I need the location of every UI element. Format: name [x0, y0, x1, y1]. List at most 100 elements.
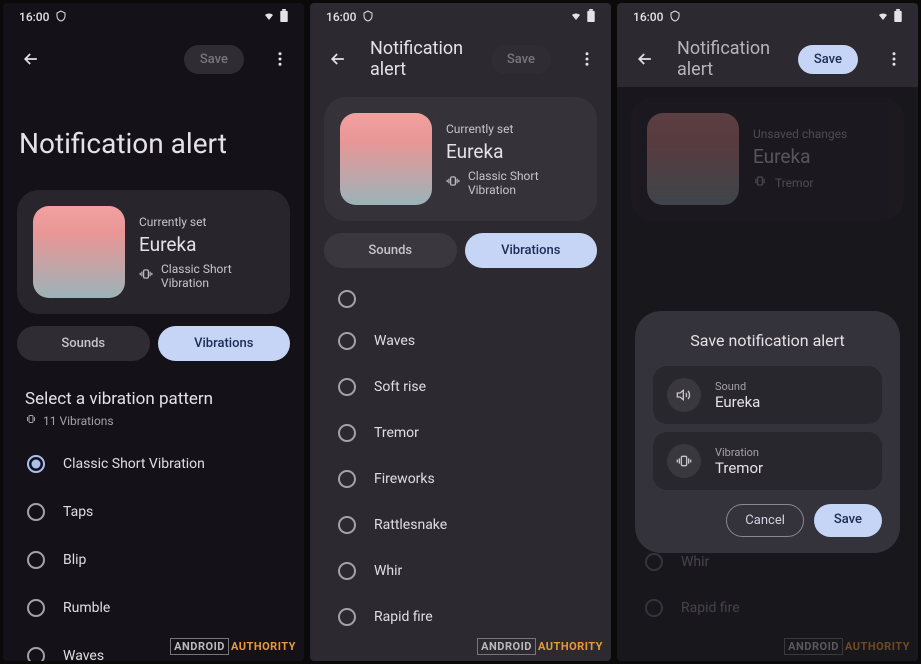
overflow-menu-button[interactable] [571, 43, 603, 75]
list-item-label: Blip [63, 552, 86, 568]
tab-vibrations[interactable]: Vibrations [158, 326, 291, 361]
list-item-label: Classic Short Vibration [63, 456, 205, 472]
shield-icon [669, 10, 681, 25]
vibration-list[interactable]: Waves Soft rise Tremor Fireworks Rattles… [310, 280, 611, 661]
card-label: Currently set [446, 122, 581, 136]
list-item-label: Whir [374, 563, 402, 579]
current-selection-card: Unsaved changes Eureka Tremor [631, 97, 904, 221]
radio-icon [27, 455, 45, 473]
battery-icon [894, 9, 902, 25]
radio-icon [338, 424, 356, 442]
status-bar: 16:00 [310, 3, 611, 31]
dialog-save-button[interactable]: Save [814, 504, 882, 537]
app-bar: Notification alert Save [310, 31, 611, 87]
back-button[interactable] [322, 43, 354, 75]
back-button[interactable] [15, 43, 47, 75]
vibration-icon [667, 444, 701, 478]
card-title: Eureka [446, 140, 581, 163]
segmented-control: Sounds Vibrations [17, 326, 290, 361]
page-title: Notification alert [677, 38, 782, 80]
watermark: ANDROIDAUTHORITY [170, 640, 296, 653]
radio-icon [338, 332, 356, 350]
list-item[interactable]: Blip [3, 536, 304, 584]
list-item[interactable]: Taps [3, 488, 304, 536]
list-item[interactable]: Fireworks [310, 456, 611, 502]
radio-icon [645, 553, 663, 571]
dialog-sound-row[interactable]: Sound Eureka [653, 366, 882, 424]
card-label: Currently set [139, 215, 274, 229]
radio-icon [27, 599, 45, 617]
shield-icon [362, 10, 374, 25]
wifi-icon [876, 10, 890, 25]
radio-icon [338, 290, 356, 308]
status-bar: 16:00 [617, 3, 918, 31]
list-item[interactable]: Soft rise [310, 364, 611, 410]
dialog-vibration-row[interactable]: Vibration Tremor [653, 432, 882, 490]
section-header: Select a vibration pattern 11 Vibrations [3, 373, 304, 434]
page-title: Notification alert [3, 87, 304, 190]
album-art [33, 206, 125, 298]
list-item[interactable]: Tremor [310, 410, 611, 456]
list-item[interactable] [310, 286, 611, 318]
dialog-title: Save notification alert [653, 331, 882, 350]
dialog-sound-label: Sound [715, 380, 868, 393]
vibration-list: Classic Short Vibration Taps Blip Rumble… [3, 434, 304, 661]
album-art [647, 113, 739, 205]
battery-icon [587, 9, 595, 25]
tab-vibrations[interactable]: Vibrations [465, 233, 598, 268]
list-item[interactable]: Whir [310, 548, 611, 594]
watermark: ANDROIDAUTHORITY [784, 640, 910, 653]
card-sub: Tremor [775, 176, 813, 190]
list-item-label: Waves [374, 333, 415, 349]
section-title: Select a vibration pattern [25, 389, 282, 409]
sound-icon [667, 378, 701, 412]
radio-icon [27, 551, 45, 569]
list-item[interactable]: Classic Short Vibration [3, 440, 304, 488]
status-time: 16:00 [633, 10, 663, 24]
current-selection-card: Currently set Eureka Classic Short Vibra… [324, 97, 597, 221]
overflow-menu-button[interactable] [878, 43, 910, 75]
status-time: 16:00 [326, 10, 356, 24]
list-item-label: Soft rise [374, 379, 426, 395]
save-button[interactable]: Save [184, 45, 244, 74]
overflow-menu-button[interactable] [264, 43, 296, 75]
vibration-icon [753, 174, 767, 191]
radio-icon [338, 516, 356, 534]
dialog-sound-value: Eureka [715, 393, 868, 411]
save-dialog: Save notification alert Sound Eureka Vib… [635, 311, 900, 553]
list-item[interactable]: Rattlesnake [310, 502, 611, 548]
card-sub: Classic Short Vibration [468, 169, 581, 197]
back-button[interactable] [629, 43, 661, 75]
radio-icon [27, 647, 45, 661]
dialog-vibration-value: Tremor [715, 459, 868, 477]
list-item-label: Waves [63, 648, 104, 661]
radio-icon [338, 608, 356, 626]
list-item-label: Fireworks [374, 471, 435, 487]
tab-sounds[interactable]: Sounds [17, 326, 150, 361]
screen-2: 16:00 Notification alert Save [310, 3, 611, 661]
segmented-control: Sounds Vibrations [324, 233, 597, 268]
dialog-vibration-label: Vibration [715, 446, 868, 459]
page-title: Notification alert [370, 38, 475, 80]
vibration-icon [139, 267, 153, 284]
album-art [340, 113, 432, 205]
list-item[interactable]: Rapid fire [617, 585, 918, 631]
list-item[interactable]: Rumble [3, 584, 304, 632]
card-title: Eureka [753, 145, 888, 168]
list-item-label: Rumble [63, 600, 110, 616]
radio-icon [27, 503, 45, 521]
app-bar: Notification alert Save [617, 31, 918, 87]
list-item[interactable]: Rapid fire [310, 594, 611, 640]
cancel-button[interactable]: Cancel [726, 504, 804, 537]
tab-sounds[interactable]: Sounds [324, 233, 457, 268]
radio-icon [338, 470, 356, 488]
radio-icon [338, 378, 356, 396]
current-selection-card: Currently set Eureka Classic Short Vibra… [17, 190, 290, 314]
save-button[interactable]: Save [491, 45, 551, 74]
list-item[interactable]: Waves [310, 318, 611, 364]
vibration-icon [25, 413, 37, 428]
card-title: Eureka [139, 233, 274, 256]
wifi-icon [569, 10, 583, 25]
save-button[interactable]: Save [798, 45, 858, 74]
list-item-label: Tremor [374, 425, 419, 441]
